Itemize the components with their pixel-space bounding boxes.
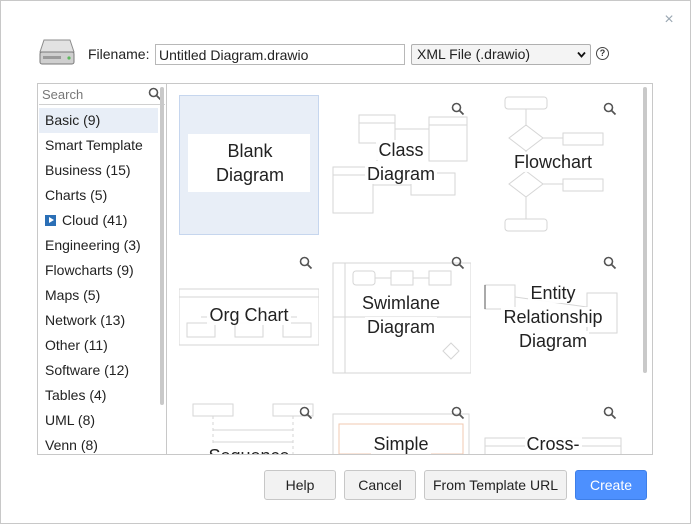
category-uml[interactable]: UML (8) [39, 408, 158, 433]
category-business[interactable]: Business (15) [39, 158, 158, 183]
template-sequence[interactable]: Sequence [179, 402, 319, 454]
template-grid: Blank Diagram Class Diagram Flowchart Or… [166, 83, 653, 455]
category-engineering[interactable]: Engineering (3) [39, 233, 158, 258]
template-label: Blank [225, 141, 275, 161]
category-tables[interactable]: Tables (4) [39, 383, 158, 408]
create-button[interactable]: Create [575, 470, 647, 500]
sidebar-scrollbar[interactable] [158, 83, 166, 455]
zoom-preview-icon[interactable] [299, 256, 313, 270]
category-other[interactable]: Other (11) [39, 333, 158, 358]
template-label: Diagram [364, 317, 438, 337]
cancel-button[interactable]: Cancel [344, 470, 416, 500]
template-flowchart[interactable]: Flowchart [483, 95, 623, 235]
template-label: Flowchart [511, 152, 595, 172]
zoom-preview-icon[interactable] [603, 406, 617, 420]
close-icon[interactable]: × [661, 11, 677, 29]
template-swimlane-diagram[interactable]: Swimlane Diagram [331, 251, 471, 391]
zoom-preview-icon[interactable] [451, 102, 465, 116]
search-input[interactable] [39, 85, 165, 105]
zoom-preview-icon[interactable] [451, 406, 465, 420]
chevron-down-icon [577, 51, 586, 58]
category-flowcharts[interactable]: Flowcharts (9) [39, 258, 158, 283]
template-label: Diagram [213, 165, 287, 185]
new-diagram-dialog: × Filename: XML File (.drawio) ? Basic (… [0, 0, 691, 524]
help-icon[interactable]: ? [596, 47, 609, 60]
template-label: Sequence [206, 446, 292, 454]
category-basic[interactable]: Basic (9) [39, 108, 158, 133]
template-cross-functional[interactable]: Cross- [483, 402, 623, 454]
template-label: Diagram [364, 164, 438, 184]
category-smart-template[interactable]: Smart Template [39, 133, 158, 158]
category-venn[interactable]: Venn (8) [39, 433, 158, 454]
template-label: Class [376, 140, 426, 160]
cloud-template-icon [45, 215, 56, 226]
category-maps[interactable]: Maps (5) [39, 283, 158, 308]
zoom-preview-icon[interactable] [299, 406, 313, 420]
template-label: Org Chart [207, 305, 291, 325]
zoom-preview-icon[interactable] [451, 256, 465, 270]
category-list: Basic (9) Smart Template Business (15) C… [39, 108, 158, 454]
template-label: Swimlane [359, 293, 443, 313]
category-sidebar: Basic (9) Smart Template Business (15) C… [37, 83, 166, 455]
template-label: Relationship [501, 307, 605, 327]
template-entity-relationship-diagram[interactable]: Entity Relationship Diagram [483, 251, 623, 391]
category-charts[interactable]: Charts (5) [39, 183, 158, 208]
zoom-preview-icon[interactable] [603, 256, 617, 270]
category-cloud[interactable]: Cloud (41) [39, 208, 158, 233]
template-blank-diagram[interactable]: Blank Diagram [179, 95, 319, 235]
template-label: Entity [528, 283, 578, 303]
zoom-preview-icon[interactable] [603, 102, 617, 116]
from-template-url-button[interactable]: From Template URL [424, 470, 567, 500]
category-software[interactable]: Software (12) [39, 358, 158, 383]
template-simple[interactable]: Simple [331, 402, 471, 454]
template-label: Diagram [516, 331, 590, 351]
file-format-value: XML File (.drawio) [417, 46, 531, 62]
help-button[interactable]: Help [264, 470, 336, 500]
template-label: Simple [371, 434, 431, 454]
template-org-chart[interactable]: Org Chart [179, 251, 319, 391]
template-label: Cross- [524, 434, 582, 454]
category-network[interactable]: Network (13) [39, 308, 158, 333]
file-format-select[interactable]: XML File (.drawio) [411, 44, 591, 65]
hard-drive-icon [39, 39, 75, 65]
filename-input[interactable] [155, 44, 405, 65]
template-class-diagram[interactable]: Class Diagram [331, 95, 471, 235]
filename-label: Filename: [88, 46, 150, 62]
